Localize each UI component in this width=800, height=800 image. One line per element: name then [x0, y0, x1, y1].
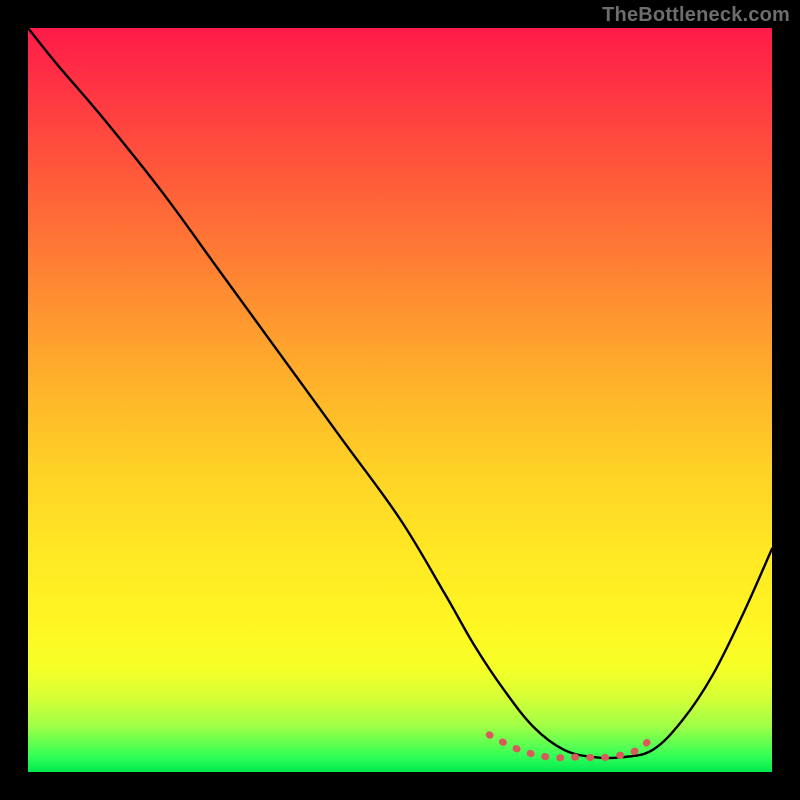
watermark-text: TheBottleneck.com: [602, 4, 790, 27]
optimal-band: [489, 735, 653, 758]
curve-layer: [28, 28, 772, 772]
chart-frame: TheBottleneck.com: [0, 0, 800, 800]
plot-area: [28, 28, 772, 772]
bottleneck-curve: [28, 28, 772, 758]
